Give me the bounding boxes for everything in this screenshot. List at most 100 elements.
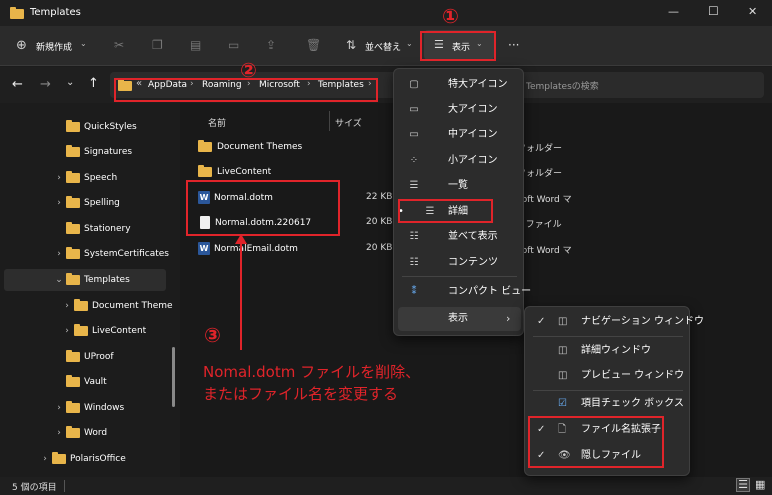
sidebar-item-label: PolarisOffice: [70, 454, 126, 464]
paste-icon[interactable]: ▤: [190, 38, 201, 52]
menu-item-tiles[interactable]: ☷ 並べて表示: [394, 225, 525, 249]
preview-pane-icon: ◫: [558, 370, 568, 381]
folder-icon: [66, 119, 80, 132]
share-icon[interactable]: ⇪: [266, 38, 276, 52]
sidebar-item-label: LiveContent: [92, 326, 147, 336]
check-icon: ✓: [537, 316, 546, 327]
menu-item-large-icons[interactable]: ▭ 大アイコン: [394, 98, 525, 122]
menu-item-label: 大アイコン: [448, 104, 498, 115]
chevron-icon[interactable]: ›: [52, 396, 66, 420]
chevron-icon[interactable]: ›: [52, 421, 66, 445]
sidebar-item-signatures[interactable]: Signatures: [52, 140, 132, 164]
sidebar-item-windows[interactable]: › Windows: [52, 396, 124, 420]
folder-icon: [66, 221, 80, 234]
sidebar-item-stationery[interactable]: Stationery: [52, 217, 131, 241]
folder-icon: [66, 144, 80, 157]
sidebar-item-vault[interactable]: Vault: [52, 370, 107, 394]
sidebar-item-livecontent[interactable]: › LiveContent: [60, 319, 146, 343]
menu-item-show[interactable]: 表示 ›: [394, 307, 525, 331]
annotation-number-1: ①: [442, 4, 459, 28]
menu-item-extra-large-icons[interactable]: ▢ 特大アイコン: [394, 73, 525, 97]
sidebar-item-uproof[interactable]: UProof: [52, 345, 114, 369]
minimize-button[interactable]: —: [668, 5, 679, 18]
file-row-document-themes[interactable]: Document Themes: [198, 135, 302, 159]
file-size: 20 KB: [366, 217, 393, 227]
menu-item-label: 表示: [448, 313, 468, 324]
submenu-item-label: プレビュー ウィンドウ: [581, 370, 685, 381]
back-icon[interactable]: ←: [12, 77, 23, 92]
forward-icon[interactable]: →: [40, 77, 51, 92]
sidebar-item-label: Word: [84, 428, 108, 438]
submenu-item-item-checkboxes[interactable]: ☑ 項目チェック ボックス: [525, 392, 691, 416]
more-button[interactable]: ···: [508, 38, 519, 52]
menu-item-label: 中アイコン: [448, 129, 498, 140]
menu-item-compact-view[interactable]: ⁑ コンパクト ビュー: [394, 280, 532, 304]
sidebar-item-label: Templates: [84, 275, 130, 285]
rename-icon[interactable]: ▭: [228, 38, 239, 52]
chevron-icon[interactable]: ›: [38, 447, 52, 471]
submenu-item-details-pane[interactable]: ◫ 詳細ウィンドウ: [525, 339, 691, 363]
chevron-icon[interactable]: ›: [52, 166, 66, 190]
menu-item-label: 小アイコン: [448, 155, 498, 166]
menu-item-content[interactable]: ☷ コンテンツ: [394, 251, 525, 275]
search-placeholder: Templatesの検索: [526, 82, 599, 92]
new-button[interactable]: 新規作成: [36, 40, 72, 53]
menu-divider: [402, 276, 517, 277]
sidebar-item-label: Vault: [84, 377, 107, 387]
up-icon[interactable]: ↑: [88, 76, 99, 91]
submenu-item-preview-pane[interactable]: ◫ プレビュー ウィンドウ: [525, 364, 691, 388]
sidebar-item-templates[interactable]: ⌄ Templates: [52, 268, 130, 292]
cut-icon[interactable]: ✂: [114, 38, 124, 52]
sidebar-item-speech[interactable]: › Speech: [52, 166, 117, 190]
delete-icon[interactable]: 🗑: [306, 38, 321, 52]
menu-divider: [533, 336, 683, 337]
details-view-icon[interactable]: ☰: [736, 478, 750, 492]
sidebar-item-quickstyles[interactable]: QuickStyles: [52, 115, 137, 139]
sidebar-item-systemcertificates[interactable]: › SystemCertificates: [52, 242, 169, 266]
status-bar: 5 個の項目 ☰ ▦: [0, 477, 772, 495]
sidebar-item-spelling[interactable]: › Spelling: [52, 191, 120, 215]
folder-icon: [66, 349, 80, 362]
folder-icon: [198, 164, 212, 177]
file-type: soft Word マ: [517, 246, 572, 256]
highlight-extension-hidden: [528, 416, 664, 468]
sidebar-scrollbar[interactable]: [172, 347, 175, 407]
sidebar-item-word[interactable]: › Word: [52, 421, 107, 445]
title-bar: Templates — ☐ ✕: [0, 0, 772, 26]
maximize-button[interactable]: ☐: [708, 4, 719, 18]
close-button[interactable]: ✕: [748, 5, 757, 18]
sort-button[interactable]: 並べ替え: [365, 40, 401, 53]
submenu-item-navigation-pane[interactable]: ✓ ◫ ナビゲーション ウィンドウ: [525, 310, 704, 334]
search-box[interactable]: Templatesの検索: [514, 72, 764, 98]
menu-item-label: コンテンツ: [448, 257, 498, 268]
menu-item-small-icons[interactable]: ⁘ 小アイコン: [394, 149, 525, 173]
chevron-icon[interactable]: ›: [60, 294, 74, 318]
status-divider: [64, 480, 65, 492]
menu-item-label: 特大アイコン: [448, 79, 508, 90]
column-header-name[interactable]: 名前: [208, 116, 226, 129]
folder-icon: [66, 195, 80, 208]
chevron-icon[interactable]: ›: [60, 319, 74, 343]
menu-item-medium-icons[interactable]: ▭ 中アイコン: [394, 123, 525, 147]
sidebar-item-label: Windows: [84, 403, 125, 413]
recent-chevron-icon[interactable]: ⌄: [66, 77, 74, 88]
menu-item-label: コンパクト ビュー: [448, 286, 532, 297]
annotation-number-3: ③: [204, 323, 221, 347]
compact-view-icon: ⁑: [411, 286, 417, 297]
copy-icon[interactable]: ❐: [152, 38, 163, 52]
menu-item-list[interactable]: ☰ 一覧: [394, 174, 525, 198]
folder-icon: [52, 451, 66, 464]
sidebar-item-document-theme[interactable]: › Document Theme: [60, 294, 173, 318]
column-header-size[interactable]: サイズ: [335, 116, 362, 129]
tiles-view-icon[interactable]: ▦: [755, 478, 765, 491]
chevron-icon[interactable]: ⌄: [52, 268, 66, 292]
chevron-icon[interactable]: ›: [52, 191, 66, 215]
file-size: 22 KB: [366, 192, 393, 202]
chevron-icon[interactable]: ›: [52, 242, 66, 266]
sidebar-item-label: Spelling: [84, 198, 120, 208]
highlight-normal-files: [186, 180, 340, 236]
sidebar-item-polarisoffice[interactable]: › PolarisOffice: [38, 447, 126, 471]
medium-icons-icon: ▭: [409, 129, 419, 140]
sort-icon: ⇅: [346, 38, 357, 52]
column-divider[interactable]: [329, 111, 330, 131]
